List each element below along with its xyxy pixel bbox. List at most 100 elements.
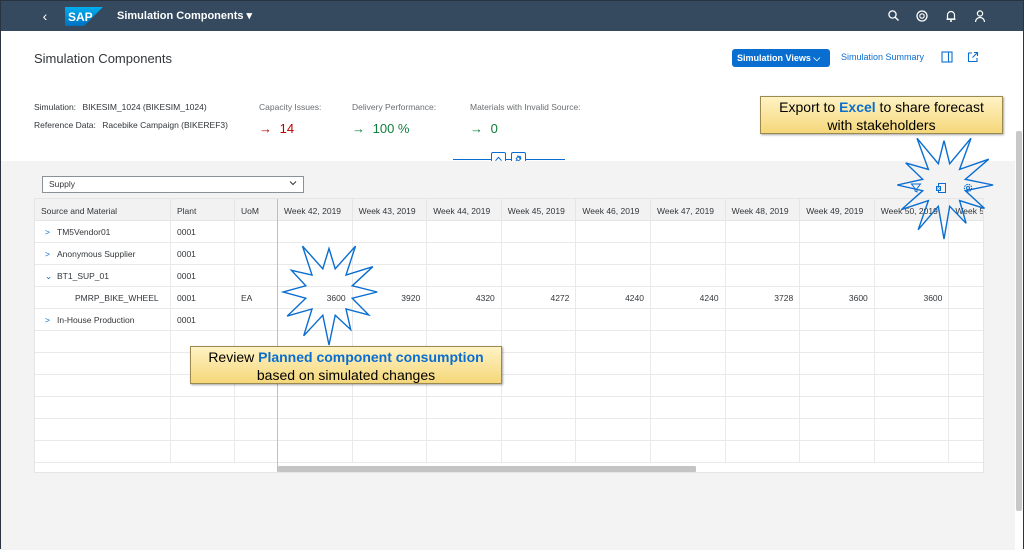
table-cell-week-value (576, 397, 651, 419)
simulation-summary-link[interactable]: Simulation Summary (841, 52, 924, 62)
table-cell-week-value (725, 397, 801, 419)
expand-row-icon[interactable]: > (45, 249, 57, 259)
table-cell-week-value (427, 243, 502, 265)
callout-text: to share forecast (875, 99, 984, 115)
vertical-scrollbar[interactable] (1015, 31, 1023, 550)
expand-row-icon[interactable]: > (45, 227, 57, 237)
column-header-week[interactable]: Week 43, 2019 (352, 199, 428, 221)
table-cell-source[interactable]: PMRP_BIKE_WHEEL (35, 287, 171, 309)
table-cell-week-value (949, 397, 983, 419)
vertical-scroll-thumb[interactable] (1016, 131, 1022, 511)
column-header-week[interactable]: Week 49, 2019 (800, 199, 875, 221)
callout-line-1: Export to Excel to share forecast (761, 98, 1002, 116)
table-cell-week-value (352, 441, 428, 463)
starburst-outline (897, 137, 994, 240)
table-cell-week-value (501, 353, 577, 375)
table-cell-plant: 0001 (171, 221, 235, 243)
invalid-source-kpi[interactable]: → 0 (470, 121, 498, 136)
table-cell-week-value (501, 419, 577, 441)
user-profile-icon[interactable] (973, 9, 987, 23)
callout-text: Review (208, 349, 259, 365)
table-cell-week-value (800, 441, 875, 463)
table-cell-week-value (501, 375, 577, 397)
table-cell-week-value (949, 331, 983, 353)
search-icon[interactable] (887, 9, 901, 23)
table-cell-week-value (800, 309, 875, 331)
table-cell-week-value (800, 397, 875, 419)
reference-data-attribute: Reference Data: Racebike Campaign (BIKER… (34, 120, 228, 130)
table-cell-uom (235, 441, 278, 463)
source-material-text: In-House Production (57, 315, 135, 325)
side-panel-icon[interactable] (941, 51, 953, 63)
share-icon[interactable] (967, 51, 979, 63)
table-cell-week-value (725, 331, 801, 353)
table-cell-week-value (949, 309, 983, 331)
back-button[interactable]: ‹ (37, 7, 53, 25)
starburst-outline (280, 245, 378, 346)
table-cell-week-value: 4240 (576, 287, 651, 309)
horizontal-scrollbar[interactable] (278, 465, 983, 472)
table-cell-week-value (874, 397, 950, 419)
column-header-week[interactable]: Week 47, 2019 (651, 199, 726, 221)
column-header[interactable]: Plant (171, 199, 235, 221)
table-cell-week-value (278, 419, 353, 441)
delivery-performance-kpi[interactable]: → 100 % (352, 121, 410, 136)
table-cell-week-value (427, 397, 502, 419)
shell-bar: ‹ SAP Simulation Components ▾ (1, 1, 1023, 31)
column-header[interactable]: Source and Material (35, 199, 171, 221)
table-cell-week-value (651, 419, 726, 441)
table-cell-source[interactable]: > TM5Vendor01 (35, 221, 171, 243)
column-header-week[interactable]: Week 42, 2019 (278, 199, 353, 221)
column-header[interactable]: UoM (235, 199, 278, 221)
collapse-row-icon[interactable]: ⌄ (45, 271, 57, 282)
column-header-week[interactable]: Week 46, 2019 (576, 199, 651, 221)
table-cell-week-value (576, 441, 651, 463)
expand-row-icon[interactable]: > (45, 315, 57, 325)
column-header-week[interactable]: Week 45, 2019 (501, 199, 577, 221)
column-header-week[interactable]: Week 44, 2019 (427, 199, 502, 221)
table-cell-source[interactable]: > Anonymous Supplier (35, 243, 171, 265)
supply-select-value: Supply (49, 179, 75, 189)
table-cell-week-value (651, 353, 726, 375)
app-title-menu[interactable]: Simulation Components ▾ (117, 9, 252, 22)
table-cell-week-value (800, 375, 875, 397)
sap-logo[interactable]: SAP (65, 7, 103, 26)
table-cell-week-value (576, 331, 651, 353)
table-cell-plant (171, 397, 235, 419)
table-cell-week-value (651, 309, 726, 331)
table-cell-week-value (651, 331, 726, 353)
simulation-attribute: Simulation: BIKESIM_1024 (BIKESIM_1024) (34, 102, 207, 112)
trend-arrow-icon: → (352, 121, 365, 136)
table-cell-week-value (725, 353, 801, 375)
table-cell-week-value (874, 441, 950, 463)
supply-select[interactable]: Supply (42, 176, 304, 193)
table-cell-source[interactable]: > In-House Production (35, 309, 171, 331)
table-cell-week-value (725, 441, 801, 463)
trend-arrow-icon: → (470, 121, 483, 136)
table-cell-plant (171, 441, 235, 463)
source-material-text: TM5Vendor01 (57, 227, 111, 237)
table-cell-week-value (651, 265, 726, 287)
table-cell-week-value (725, 221, 801, 243)
table-cell-week-value (576, 265, 651, 287)
table-cell-week-value (501, 441, 577, 463)
table-cell-plant: 0001 (171, 309, 235, 331)
table-cell-source[interactable]: ⌄ BT1_SUP_01 (35, 265, 171, 287)
table-cell-source (35, 419, 171, 441)
table-cell-week-value (725, 375, 801, 397)
notifications-bell-icon[interactable] (944, 9, 958, 23)
table-cell-week-value (800, 221, 875, 243)
callout-line-2: with stakeholders (827, 117, 936, 133)
table-cell-source (35, 375, 171, 397)
callout-highlight: Excel (839, 99, 876, 115)
co-pilot-icon[interactable] (915, 9, 929, 23)
horizontal-scroll-thumb[interactable] (278, 466, 696, 472)
column-header-week[interactable]: Week 48, 2019 (725, 199, 801, 221)
sap-logo-text: SAP (68, 10, 93, 24)
back-arrow-icon: ‹ (42, 8, 48, 24)
table-cell-week-value (427, 309, 502, 331)
table-cell-week-value (651, 441, 726, 463)
simulation-views-button[interactable]: Simulation Views ⌵ (732, 49, 830, 67)
table-cell-week-value: 4240 (651, 287, 726, 309)
capacity-issues-kpi[interactable]: → 14 (259, 121, 294, 136)
